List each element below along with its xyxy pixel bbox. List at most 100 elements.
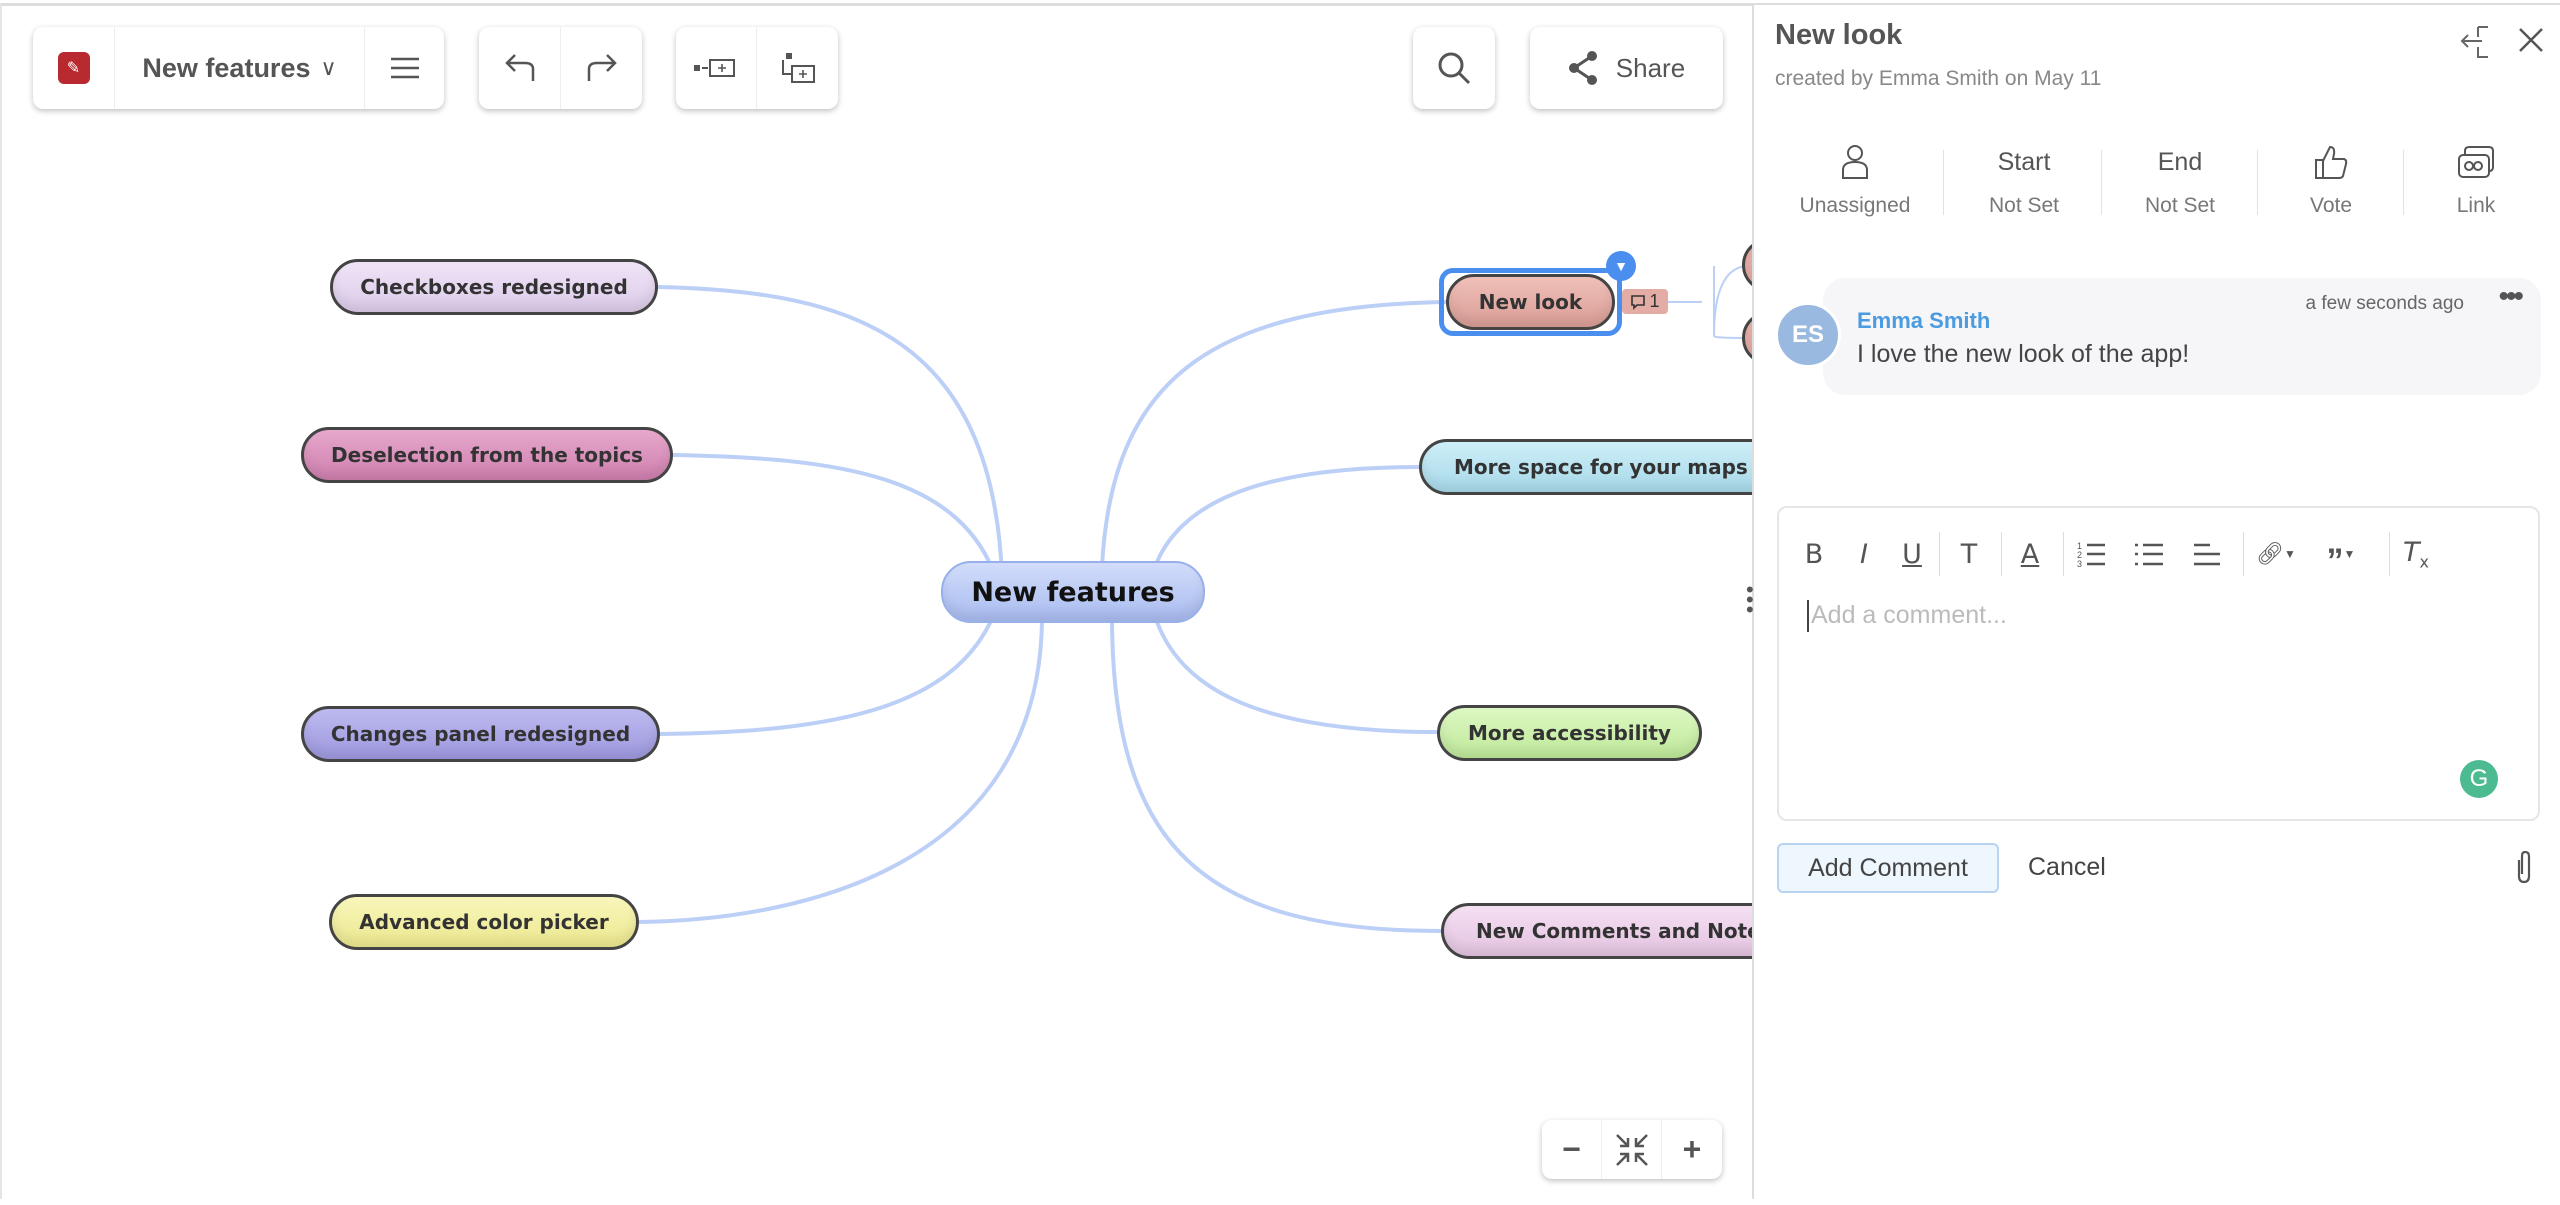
divider: [2001, 532, 2002, 576]
link-more-space: [1150, 465, 1420, 577]
end-date-button[interactable]: End Not Set: [2105, 140, 2255, 218]
app-logo-button[interactable]: ✎: [33, 27, 115, 109]
bold-button[interactable]: B: [1796, 532, 1832, 576]
fit-to-screen-button[interactable]: [1602, 1120, 1662, 1179]
link-comments: [1110, 615, 1442, 933]
add-sibling-topic-button[interactable]: [676, 27, 757, 109]
topic-new-comments-notes[interactable]: New Comments and Notes: [1441, 903, 1754, 959]
redo-icon: [587, 54, 617, 81]
vote-label: Vote: [2309, 194, 2353, 217]
topic-changes-panel[interactable]: Changes panel redesigned: [301, 706, 660, 762]
chevron-down-icon: ∨: [320, 55, 337, 80]
topic-more-accessibility[interactable]: More accessibility: [1437, 705, 1702, 761]
quote-button[interactable]: ” ▼: [2316, 532, 2366, 580]
link-changes: [659, 605, 999, 736]
share-label: Share: [1615, 52, 1686, 83]
comment-card: Emma Smith I love the new look of the ap…: [1823, 278, 2541, 395]
topic-menu-toggle[interactable]: ▼: [1606, 251, 1636, 281]
resize-handle[interactable]: • • •: [1746, 579, 1754, 621]
topic-new-look[interactable]: New look: [1446, 274, 1615, 330]
vote-button[interactable]: Vote: [2256, 140, 2406, 218]
divider: [2243, 532, 2244, 576]
divider: [1943, 150, 1944, 215]
svg-text:3: 3: [2077, 559, 2082, 568]
divider: [2101, 150, 2102, 215]
thumbs-up-icon: [2315, 145, 2348, 179]
divider: [2063, 532, 2064, 576]
close-panel-button[interactable]: [2518, 27, 2544, 58]
share-button-inner[interactable]: Share: [1530, 27, 1723, 109]
ordered-list-button[interactable]: 123: [2074, 532, 2110, 576]
central-topic[interactable]: New features: [941, 561, 1205, 623]
mind-map-canvas[interactable]: New features Checkboxes redesigned Desel…: [2, 6, 1754, 1205]
comment-count-badge[interactable]: 1: [1622, 289, 1668, 314]
italic-button[interactable]: I: [1846, 532, 1882, 576]
attach-file-button[interactable]: [2514, 850, 2534, 889]
grammarly-icon[interactable]: G: [2460, 760, 2498, 798]
zoom-controls: − +: [1542, 1120, 1722, 1179]
chain-link-icon: 🔗︎: [2256, 541, 2285, 566]
comment-editor: B I U T A 123 🔗︎ ▼ ” ▼ Tx Add a comment...…: [1777, 506, 2540, 821]
undo-icon: [504, 54, 534, 81]
link-color-picker: [638, 615, 1044, 924]
comment-time: a few seconds ago: [2305, 293, 2464, 314]
app-logo: ✎: [57, 52, 90, 84]
divider: [1939, 532, 1940, 576]
start-date-button[interactable]: Start Not Set: [1949, 140, 2099, 218]
undo-button[interactable]: [479, 27, 561, 109]
add-sibling-topic-icon: [694, 59, 735, 77]
topic-more-space[interactable]: More space for your maps: [1419, 439, 1754, 495]
align-icon: [2194, 543, 2220, 566]
comment-more-button[interactable]: •••: [2498, 280, 2523, 314]
history-toolbar: [479, 27, 642, 109]
search-button-inner[interactable]: [1413, 27, 1495, 109]
topic-toolbar: [676, 27, 838, 109]
divider: [2389, 532, 2390, 576]
link-new-look: [1100, 300, 1447, 567]
topic-checkboxes-redesigned[interactable]: Checkboxes redesigned: [330, 259, 658, 315]
link-label: Link: [2456, 194, 2496, 217]
caret-down-icon: ▼: [2284, 547, 2296, 561]
map-title-dropdown[interactable]: New features ∨: [115, 27, 365, 109]
text-color-button[interactable]: A: [2012, 532, 2048, 576]
assignee-button[interactable]: Unassigned: [1780, 140, 1930, 218]
quote-icon: ”: [2326, 541, 2344, 580]
link-new-look-children: [1662, 265, 1748, 339]
bullet-list-button[interactable]: [2132, 532, 2168, 576]
link-button[interactable]: Link: [2401, 140, 2551, 218]
zoom-in-button[interactable]: +: [1662, 1120, 1722, 1179]
search-button[interactable]: [1413, 27, 1495, 109]
underline-button[interactable]: U: [1894, 532, 1930, 576]
assignee-label: Unassigned: [1799, 194, 1911, 217]
search-icon: [1438, 52, 1471, 85]
align-button[interactable]: [2189, 532, 2225, 576]
panel-subtitle: created by Emma Smith on May 11: [1775, 67, 2102, 90]
add-comment-button[interactable]: Add Comment: [1777, 843, 1999, 893]
comment-author[interactable]: Emma Smith: [1857, 308, 1990, 334]
topic-deselection[interactable]: Deselection from the topics: [301, 427, 673, 483]
paperclip-icon: [2517, 850, 2531, 884]
share-icon: [1568, 51, 1597, 85]
dock-panel-button[interactable]: [2460, 25, 2490, 64]
comment-input[interactable]: Add a comment...: [1807, 600, 2507, 632]
add-child-topic-icon: [781, 53, 815, 83]
dock-icon: [2460, 26, 2488, 58]
map-toolbar: ✎ New features ∨: [33, 27, 444, 109]
map-title: New features: [142, 52, 311, 83]
add-child-topic-button[interactable]: [757, 27, 838, 109]
cancel-button[interactable]: Cancel: [2028, 853, 2106, 882]
text-size-button[interactable]: T: [1951, 532, 1987, 576]
menu-button[interactable]: [365, 27, 444, 109]
link-deselection: [672, 453, 999, 582]
start-value: Not Set: [1988, 194, 2060, 217]
topic-advanced-color-picker[interactable]: Advanced color picker: [329, 894, 639, 950]
link-checkboxes: [657, 285, 1004, 577]
caret-down-icon: ▼: [2343, 547, 2356, 561]
end-label: End: [2157, 147, 2203, 176]
clear-formatting-button[interactable]: Tx: [2396, 532, 2436, 576]
redo-button[interactable]: [561, 27, 642, 109]
insert-link-button[interactable]: 🔗︎ ▼: [2251, 532, 2301, 576]
close-icon: [2519, 28, 2543, 52]
zoom-out-button[interactable]: −: [1542, 1120, 1602, 1179]
share-button[interactable]: Share: [1530, 27, 1723, 109]
